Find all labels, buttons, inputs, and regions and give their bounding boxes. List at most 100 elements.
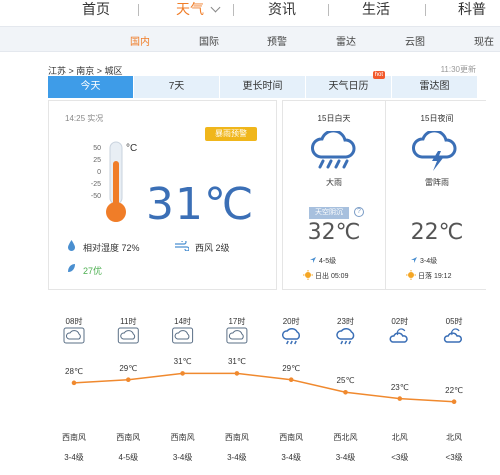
hourly-forecast: 08时 11时 14时 17时 20时 23时 02时 05时 28℃ 29℃ 31℃ 31℃ 29℃ 2… <box>48 300 478 465</box>
hour-wind-direction: 西北风 <box>333 433 358 442</box>
hour-wind-direction: 西南风 <box>279 433 304 442</box>
hour-temperature: 29℃ <box>282 363 301 373</box>
hour-label: 20时 <box>282 317 300 326</box>
night-wind: 3-4级 <box>420 258 438 265</box>
hour-wind-level: 3-4级 <box>172 453 193 462</box>
hour-wind-direction: 西南风 <box>224 433 249 442</box>
thermometer-icon <box>106 141 126 222</box>
temperature-point <box>234 371 240 376</box>
hour-label: 23时 <box>337 317 354 326</box>
hour-wind-direction: 北风 <box>446 433 463 442</box>
nav-weather[interactable]: 天气 <box>176 0 221 20</box>
hour-label: 02时 <box>391 317 409 326</box>
scale-tick: -50 <box>90 193 101 200</box>
hour-wind-level: 3-4级 <box>227 453 247 462</box>
partly-cloudy-icon <box>443 328 462 343</box>
tab-radar[interactable]: 雷达图 <box>392 76 478 98</box>
scale-tick: 25 <box>93 157 101 164</box>
rain-icon <box>336 328 355 345</box>
wind-direction-icon <box>411 257 417 263</box>
nav-divider <box>328 4 329 16</box>
hour-temperature: 29℃ <box>119 363 138 373</box>
sunset-time: 日落 19:12 <box>418 273 452 280</box>
nav-weather-label: 天气 <box>176 1 204 17</box>
nav-science[interactable]: 科普 <box>458 0 486 20</box>
hour-wind-direction: 北风 <box>391 433 408 442</box>
nav-news[interactable]: 资讯 <box>268 0 296 20</box>
temperature-point <box>126 377 131 383</box>
updated-time: 11:30更新 <box>440 65 476 74</box>
subnav-domestic[interactable]: 国内 <box>130 33 150 48</box>
sub-nav: 国内 国际 预警 雷达 云图 现在 <box>0 26 500 52</box>
air-quality-value[interactable]: 27优 <box>83 264 102 277</box>
hour-label: 17时 <box>228 317 246 326</box>
hour-label: 14时 <box>174 317 192 326</box>
daytime-forecast-card: 15日白天 大雨 天空阴沉 ? 32℃ 4-5级 日出 05:09 <box>282 100 386 290</box>
temperature-point <box>71 380 77 386</box>
hot-badge: hot <box>372 71 385 79</box>
hour-wind-direction: 西南风 <box>116 433 141 442</box>
hour-temperature: 28℃ <box>65 366 83 376</box>
hour-temperature: 31℃ <box>227 357 246 367</box>
chevron-down-icon <box>210 2 221 13</box>
nav-life[interactable]: 生活 <box>362 0 390 20</box>
subnav-radar[interactable]: 雷达 <box>336 33 356 48</box>
tab-7day[interactable]: 7天 <box>134 76 220 98</box>
top-nav: 首页 天气 资讯 生活 科普 <box>0 0 500 22</box>
subnav-now[interactable]: 现在 <box>474 33 494 48</box>
tab-longer[interactable]: 更长时间 <box>220 76 306 98</box>
overcast-icon <box>226 327 248 344</box>
current-weather-card: 14:25 实况 暴雨预警 °C 50 25 0 -25 -50 31℃ 相对湿… <box>48 100 277 290</box>
subnav-warning[interactable]: 预警 <box>267 33 287 48</box>
tab-calendar[interactable]: 天气日历 hot <box>306 71 392 98</box>
scale-tick: 0 <box>97 169 101 176</box>
sunrise-time: 日出 05:09 <box>315 273 349 280</box>
nav-divider <box>425 4 426 16</box>
hour-label: 11时 <box>120 317 137 326</box>
hour-wind-direction: 西南风 <box>62 433 86 442</box>
nav-home[interactable]: 首页 <box>82 0 110 20</box>
day-title: 15日白天 <box>317 114 351 123</box>
sunset-icon <box>406 270 416 280</box>
day-wind: 4-5级 <box>319 258 337 265</box>
right-edge-strip <box>486 66 500 475</box>
nav-divider <box>138 4 139 16</box>
current-temperature: 31℃ <box>146 179 255 230</box>
overcast-icon <box>172 327 194 344</box>
nav-divider <box>233 4 234 16</box>
hour-wind-direction: 西南风 <box>170 433 195 442</box>
help-icon[interactable]: ? <box>354 207 364 217</box>
hour-wind-level: 3-4级 <box>64 453 84 462</box>
wind-direction-icon <box>310 257 316 263</box>
humidity-value: 相对湿度 72% <box>83 243 140 253</box>
temperature-point <box>397 396 403 401</box>
hour-temperature: 23℃ <box>390 382 409 392</box>
rain-icon <box>281 328 301 345</box>
humidity-icon <box>68 240 75 251</box>
thermometer-unit: °C <box>126 143 138 154</box>
hour-label: 08时 <box>65 317 83 326</box>
sky-condition-badge: 天空阴沉 <box>309 207 349 219</box>
wind-icon <box>175 241 189 251</box>
hour-wind-level: 4-5级 <box>118 453 139 462</box>
leaf-icon <box>68 264 75 272</box>
forecast-tabs: 今天 7天 更长时间 天气日历 hot 雷达图 <box>48 71 478 98</box>
subnav-international[interactable]: 国际 <box>199 33 219 48</box>
hour-temperature: 25℃ <box>336 376 355 386</box>
hour-wind-level: <3级 <box>391 453 409 462</box>
scale-tick: 50 <box>93 145 101 152</box>
night-condition: 雷阵雨 <box>425 178 449 187</box>
hour-wind-level: <3级 <box>445 453 463 462</box>
hour-temperature: 31℃ <box>173 357 192 367</box>
subnav-cloud[interactable]: 云图 <box>405 33 425 48</box>
temperature-point <box>288 377 294 383</box>
rainstorm-alert-badge[interactable]: 暴雨预警 <box>205 127 257 141</box>
wind-value: 西风 2级 <box>195 243 230 253</box>
temperature-point <box>451 399 457 405</box>
day-temperature: 32℃ <box>307 220 361 245</box>
partly-cloudy-icon <box>389 328 408 343</box>
scale-tick: -25 <box>90 181 101 188</box>
nighttime-forecast-card: 15日夜间 雷阵雨 22℃ 3-4级 日落 19:12 <box>385 100 489 290</box>
tab-today[interactable]: 今天 <box>48 76 134 98</box>
hour-wind-level: 3-4级 <box>335 453 356 462</box>
